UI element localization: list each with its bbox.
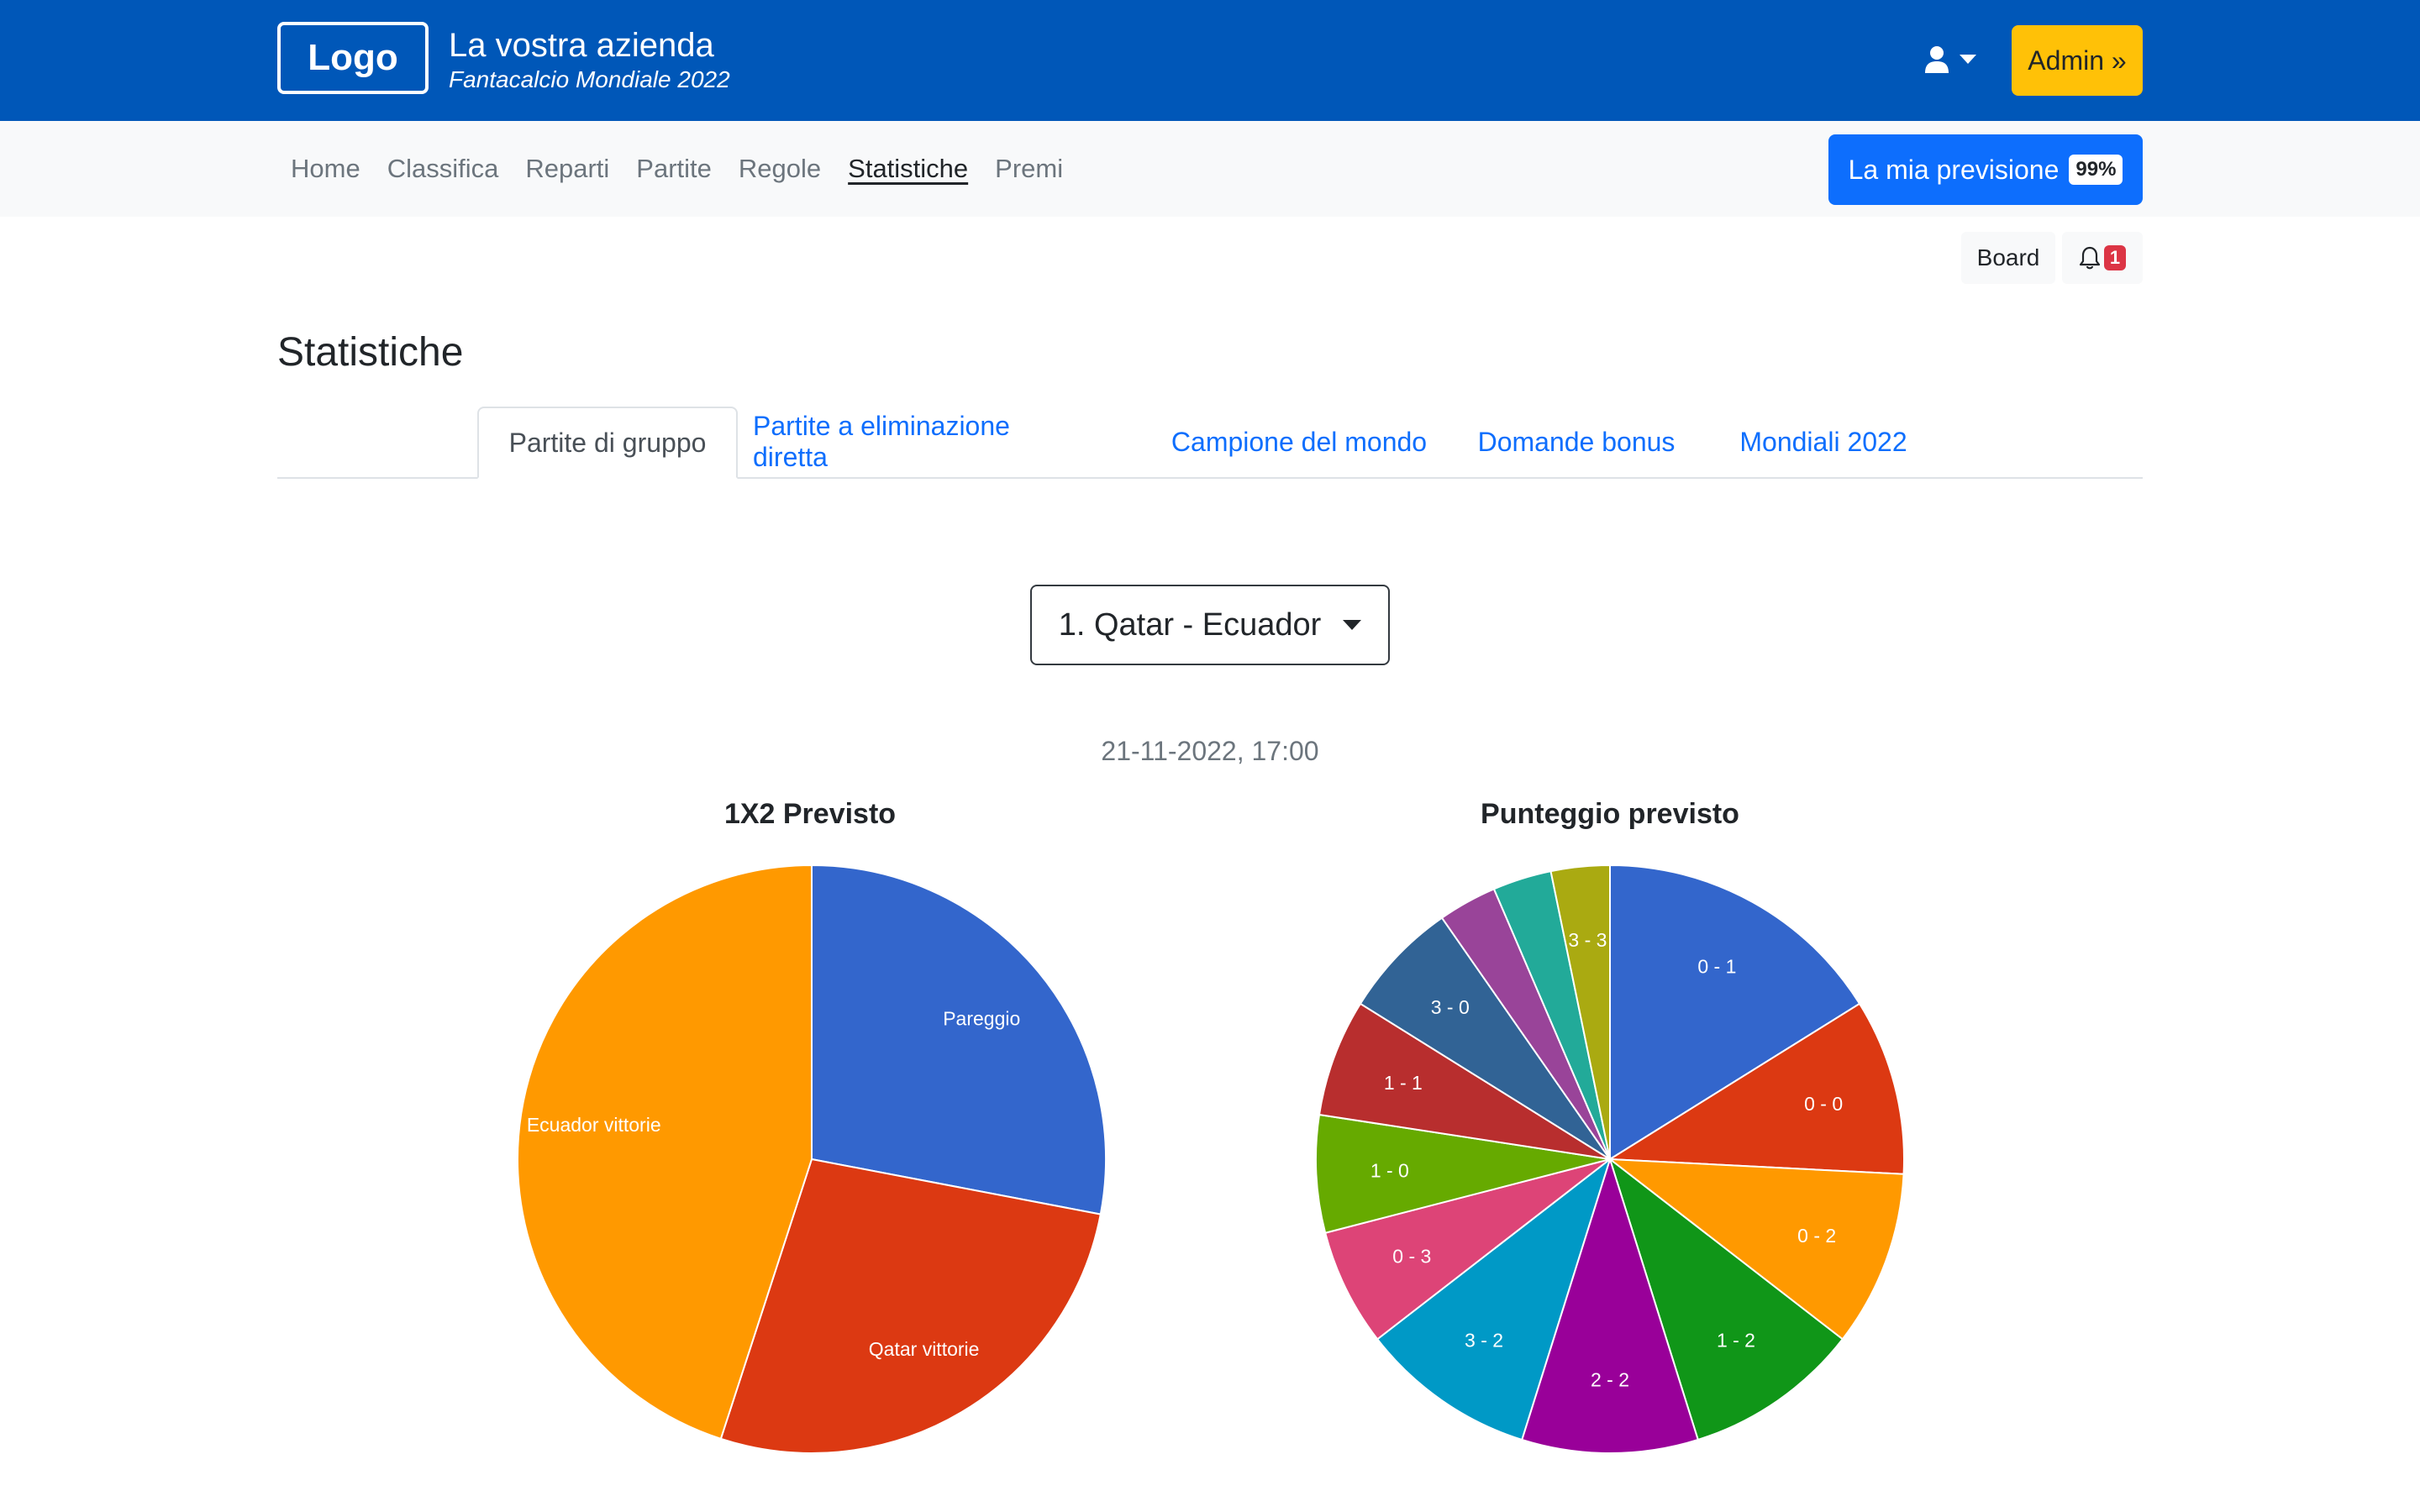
tab-domande-bonus[interactable]: Domande bonus [1459,407,1694,477]
app-subtitle: Fantacalcio Mondiale 2022 [449,66,730,92]
pie-slice-label: 2 - 2 [1591,1369,1629,1391]
chart-title-punteggio: Punteggio previsto [1481,798,1739,830]
pie-slice-label: 0 - 3 [1392,1246,1431,1268]
nav-item-classifica[interactable]: Classifica [374,154,513,184]
nav-links: Home Classifica Reparti Partite Regole S… [277,121,1076,217]
notification-count-badge: 1 [2103,245,2127,270]
pie-chart-punteggio: 0 - 1 0 - 0 0 - 2 1 - 2 2 - 2 3 - 2 0 - 3 1 - 0… [1315,864,1905,1454]
pie-slice-label: 3 - 0 [1431,996,1470,1018]
pie-slice-label: 0 - 2 [1797,1225,1836,1247]
tab-campione-del-mondo[interactable]: Campione del mondo [1165,407,1434,477]
my-prediction-button[interactable]: La mia previsione 99% [1828,134,2143,205]
pie-chart-1x2: Pareggio Qatar vittorie Ecuador vittorie [517,864,1107,1454]
pie-slice-label: 3 - 2 [1465,1329,1503,1351]
my-prediction-label: La mia previsione [1848,154,2060,185]
nav-item-partite[interactable]: Partite [623,154,725,184]
company-name: La vostra azienda [449,27,714,64]
match-select-dropdown[interactable]: 1. Qatar - Ecuador [1030,585,1390,665]
nav-item-statistiche[interactable]: Statistiche [834,154,981,184]
stats-tabs: Partite di gruppo Partite a eliminazione… [277,407,2143,479]
caret-down-icon [1343,620,1362,630]
user-icon [1925,46,1949,73]
chevron-down-icon [1960,55,1976,64]
admin-button[interactable]: Admin » [2012,25,2143,96]
company-info: La vostra azienda Fantacalcio Mondiale 2… [449,25,730,94]
tab-partite-di-gruppo[interactable]: Partite di gruppo [477,407,738,479]
tab-mondiali-2022[interactable]: Mondiali 2022 [1714,407,1933,477]
pie-slice-label: Qatar vittorie [869,1338,980,1360]
match-select-value: 1. Qatar - Ecuador [1058,606,1322,643]
chart-title-1x2: 1X2 Previsto [723,798,897,830]
notifications-button[interactable]: 1 [2062,232,2143,284]
pie-slice-label: 1 - 0 [1370,1159,1409,1181]
pie-slice[interactable] [811,864,1107,1215]
logo[interactable]: Logo [277,22,429,94]
pie-slice-label: 1 - 1 [1384,1072,1423,1094]
nav-item-regole[interactable]: Regole [725,154,834,184]
nav-item-home[interactable]: Home [277,154,374,184]
tab-partite-eliminazione-diretta[interactable]: Partite a eliminazione diretta [753,407,1077,477]
user-menu[interactable] [1924,39,1976,81]
page-title: Statistiche [277,330,464,375]
pie-slice-label: 0 - 1 [1697,955,1736,977]
nav-item-premi[interactable]: Premi [981,154,1076,184]
pie-slice-label: Ecuador vittorie [527,1114,661,1136]
nav-item-reparti[interactable]: Reparti [512,154,623,184]
pie-slice-label: 3 - 3 [1568,929,1607,951]
pie-slice-label: 0 - 0 [1804,1093,1843,1115]
match-date: 21-11-2022, 17:00 [1101,736,1319,766]
board-button[interactable]: Board [1961,232,2055,284]
pie-slice-label: 1 - 2 [1717,1329,1755,1351]
pie-slice-label: Pareggio [943,1008,1020,1030]
prediction-progress-badge: 99% [2069,155,2123,185]
bell-icon [2079,246,2100,270]
